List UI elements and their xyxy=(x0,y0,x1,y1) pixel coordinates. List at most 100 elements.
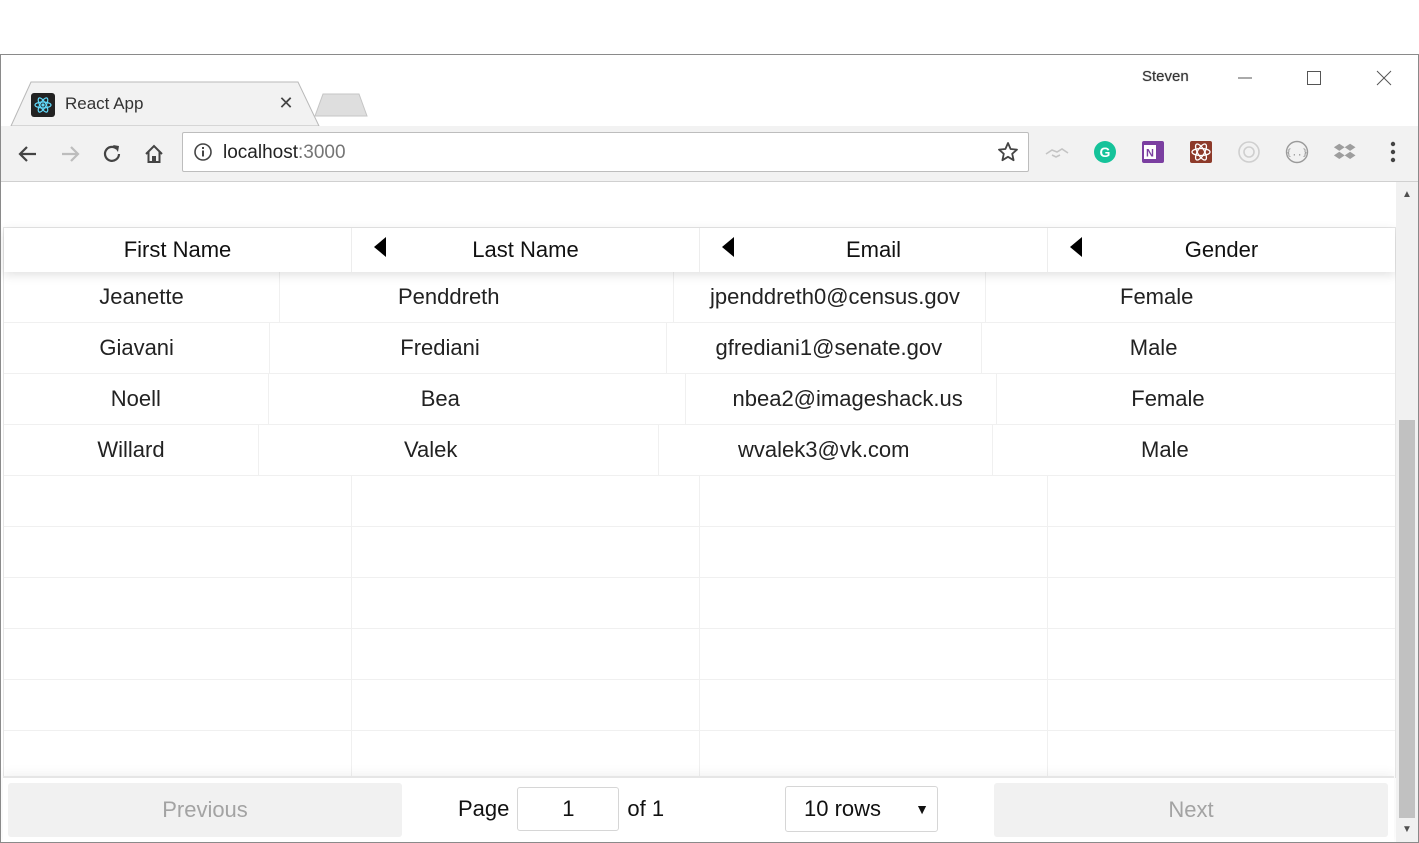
empty-cell xyxy=(1048,629,1395,679)
empty-cell xyxy=(352,476,700,526)
empty-cell xyxy=(700,680,1048,730)
tab-title: React App xyxy=(65,94,144,113)
cell-email: nbea2@imageshack.us xyxy=(686,374,998,424)
rows-per-page-value: 10 rows xyxy=(804,796,882,821)
table-row[interactable]: Giavani Frediani gfrediani1@senate.gov M… xyxy=(4,323,1395,374)
empty-row xyxy=(4,629,1395,680)
table-row[interactable]: Willard Valek wvalek3@vk.com Male xyxy=(4,425,1395,476)
reload-icon[interactable] xyxy=(98,140,126,168)
cell-first-name: Willard xyxy=(4,425,259,475)
empty-row xyxy=(4,578,1395,629)
maximize-icon[interactable] xyxy=(1292,63,1336,93)
table-row[interactable]: Noell Bea nbea2@imageshack.us Female xyxy=(4,374,1395,425)
dropbox-icon[interactable] xyxy=(1332,139,1358,165)
cell-gender: Female xyxy=(1120,284,1194,309)
dropdown-caret-icon: ▼ xyxy=(915,801,929,817)
page-info: Page 1 of 1 xyxy=(458,786,664,832)
column-header-first-name[interactable]: First Name xyxy=(4,228,352,272)
next-button[interactable]: Next xyxy=(994,783,1388,837)
empty-cell xyxy=(1048,680,1395,730)
cell-email: jpenddreth0@census.gov xyxy=(674,272,986,322)
empty-cell xyxy=(352,527,700,577)
cell-gender: Male xyxy=(1129,335,1178,360)
cell-email: gfrediani1@senate.gov xyxy=(667,323,982,373)
column-header-label: Gender xyxy=(1184,237,1259,262)
page-number-input[interactable]: 1 xyxy=(517,787,620,831)
caret-left-icon[interactable] xyxy=(1068,236,1084,258)
empty-cell xyxy=(700,731,1048,781)
empty-cell xyxy=(1048,476,1395,526)
json-icon[interactable]: {..} xyxy=(1284,139,1310,165)
forward-icon[interactable] xyxy=(56,140,84,168)
empty-cell xyxy=(4,476,352,526)
empty-cell xyxy=(352,578,700,628)
tab-close-icon[interactable]: ✕ xyxy=(274,91,298,115)
svg-text:{..}: {..} xyxy=(1286,149,1308,159)
profile-name[interactable]: Steven xyxy=(1142,68,1189,85)
empty-cell xyxy=(352,629,700,679)
column-header-email[interactable]: Email xyxy=(700,228,1048,272)
url-text[interactable]: localhost:3000 xyxy=(223,142,346,164)
empty-cell xyxy=(1048,527,1395,577)
scrollbar-thumb[interactable] xyxy=(1399,420,1415,818)
cell-email: wvalek3@vk.com xyxy=(659,425,993,475)
empty-cell xyxy=(4,680,352,730)
svg-text:N: N xyxy=(1146,148,1154,160)
page-label: Page xyxy=(458,796,510,821)
url-port: :3000 xyxy=(298,142,346,163)
close-window-icon[interactable] xyxy=(1362,63,1406,93)
cell-gender: Male xyxy=(1141,437,1189,462)
empty-cell xyxy=(352,731,700,781)
pagination-bar: Previous Page 1 of 1 10 rows ▼ Next xyxy=(3,776,1394,842)
empty-cell xyxy=(4,527,352,577)
cell-first-name: Jeanette xyxy=(4,272,280,322)
cell-first-name: Noell xyxy=(4,374,269,424)
empty-cell xyxy=(700,629,1048,679)
empty-row xyxy=(4,680,1395,731)
vertical-scrollbar[interactable]: ▲ ▼ xyxy=(1396,182,1418,842)
onenote-icon[interactable]: N xyxy=(1140,139,1166,165)
table-body: Jeanette Penddreth jpenddreth0@census.go… xyxy=(4,272,1395,781)
cell-last-name: Valek xyxy=(259,425,659,475)
react-icon xyxy=(31,93,55,117)
bookmark-star-icon[interactable] xyxy=(996,140,1020,164)
camera-icon[interactable] xyxy=(1236,139,1262,165)
back-icon[interactable] xyxy=(14,140,42,168)
empty-cell xyxy=(1048,731,1395,781)
empty-row xyxy=(4,731,1395,781)
cell-last-name: Frediani xyxy=(270,323,667,373)
address-bar[interactable]: localhost:3000 xyxy=(182,132,1029,172)
column-header-last-name[interactable]: Last Name xyxy=(352,228,700,272)
react-table: First Name Last Name Email Gender Jeanet xyxy=(3,227,1396,781)
info-icon[interactable] xyxy=(193,142,213,162)
caret-left-icon[interactable] xyxy=(720,236,736,258)
column-header-gender[interactable]: Gender xyxy=(1048,228,1395,272)
cell-last-name: Penddreth xyxy=(280,272,674,322)
empty-cell xyxy=(700,527,1048,577)
grammarly-icon[interactable]: G xyxy=(1092,139,1118,165)
rows-per-page-select[interactable]: 10 rows ▼ xyxy=(785,786,938,832)
home-icon[interactable] xyxy=(140,140,168,168)
handshake-icon[interactable] xyxy=(1044,139,1070,165)
empty-cell xyxy=(352,680,700,730)
scroll-down-icon[interactable]: ▼ xyxy=(1401,823,1413,835)
cell-gender: Female xyxy=(1131,386,1205,411)
previous-button[interactable]: Previous xyxy=(8,783,402,837)
minimize-icon[interactable] xyxy=(1223,63,1267,93)
empty-row xyxy=(4,527,1395,578)
browser-window: React App ✕ Steven localhost:3000 G N {.… xyxy=(0,54,1419,843)
page-total: of 1 xyxy=(627,796,665,821)
title-bar: React App ✕ Steven xyxy=(1,55,1418,127)
column-header-label: Email xyxy=(845,237,901,262)
react-devtools-icon[interactable] xyxy=(1188,139,1214,165)
menu-icon[interactable] xyxy=(1380,139,1406,165)
table-row[interactable]: Jeanette Penddreth jpenddreth0@census.go… xyxy=(4,272,1395,323)
cell-last-name: Bea xyxy=(269,374,686,424)
column-header-label: Last Name xyxy=(472,237,579,262)
empty-cell xyxy=(700,476,1048,526)
new-tab-button[interactable] xyxy=(311,90,371,120)
empty-row xyxy=(4,476,1395,527)
scroll-up-icon[interactable]: ▲ xyxy=(1401,188,1413,200)
caret-left-icon[interactable] xyxy=(372,236,388,258)
cell-first-name: Giavani xyxy=(4,323,271,373)
